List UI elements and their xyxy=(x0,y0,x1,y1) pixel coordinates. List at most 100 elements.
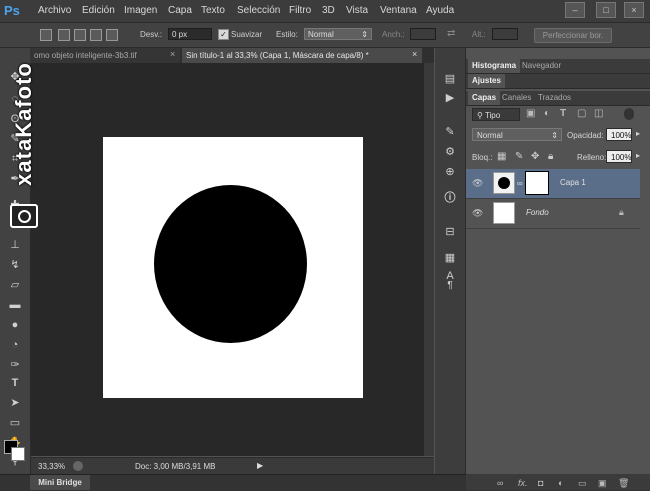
tab-histograma[interactable]: Histograma xyxy=(468,59,521,73)
filter-pixel-icon[interactable]: ▣ xyxy=(526,108,535,119)
new-selection-icon[interactable] xyxy=(58,29,70,41)
vertical-scrollbar[interactable] xyxy=(424,63,434,456)
close-button[interactable]: × xyxy=(624,2,644,18)
maximize-button[interactable]: □ xyxy=(596,2,616,18)
tab-untitled-1[interactable]: Sin título-1 al 33,3% (Capa 1, Máscara d… xyxy=(182,48,422,63)
layer-row-capa-1[interactable]: 👁︎ ∞ Capa 1 xyxy=(466,169,640,199)
menu-filtro[interactable]: Filtro xyxy=(289,5,311,16)
fx-icon[interactable]: fx. xyxy=(518,478,528,488)
opacity-input[interactable]: 100% xyxy=(606,128,632,141)
layer-filter-select[interactable]: ⚲ Tipo xyxy=(472,108,520,121)
filter-adjust-icon[interactable]: ◐ xyxy=(544,108,550,119)
path-selection-tool-icon[interactable]: ➤ xyxy=(6,394,24,412)
blur-tool-icon[interactable]: ● xyxy=(6,316,24,334)
layer-mask-thumbnail[interactable] xyxy=(525,171,549,195)
new-layer-icon[interactable]: ▣ xyxy=(598,478,607,489)
paragraph-icon[interactable]: ¶ xyxy=(442,278,458,294)
history-brush-tool-icon[interactable]: ↯ xyxy=(6,256,24,274)
menu-archivo[interactable]: Archivo xyxy=(38,5,71,16)
subtract-selection-icon[interactable] xyxy=(90,29,102,41)
histogram-dock-icon[interactable]: ▤ xyxy=(442,71,458,87)
intersect-selection-icon[interactable] xyxy=(106,29,118,41)
adjust-dock-icon[interactable]: ⚙ xyxy=(442,144,458,160)
play-actions-icon[interactable]: ▶ xyxy=(442,90,458,106)
lock-all-icon[interactable]: 🔒︎ xyxy=(548,151,553,162)
tab-label: omo objeto inteligente-3b3.tif xyxy=(34,51,137,60)
eraser-tool-icon[interactable]: ▱ xyxy=(6,276,24,294)
group-icon[interactable]: ▭ xyxy=(578,478,587,489)
dodge-tool-icon[interactable]: ◔ xyxy=(6,336,24,354)
layer-row-fondo[interactable]: 👁︎ Fondo 🔒︎ xyxy=(466,199,640,229)
menu-capa[interactable]: Capa xyxy=(168,5,192,16)
layer-name[interactable]: Capa 1 xyxy=(560,178,586,187)
camera-icon xyxy=(10,204,38,228)
menu-ventana[interactable]: Ventana xyxy=(380,5,417,16)
status-menu-arrow-icon[interactable]: ▶ xyxy=(257,461,263,470)
rectangle-tool-icon[interactable]: ▭ xyxy=(6,414,24,432)
marquee-preset-icon[interactable] xyxy=(40,29,52,41)
tab-trazados[interactable]: Trazados xyxy=(534,91,575,105)
feather-input[interactable]: 0 px xyxy=(168,28,212,40)
lock-transparency-icon[interactable]: ▦ xyxy=(497,151,506,162)
visibility-eye-icon[interactable]: 👁︎ xyxy=(472,178,484,188)
chain-link-icon[interactable]: ∞ xyxy=(517,179,523,188)
tool-presets-icon[interactable]: ⊟ xyxy=(442,224,458,240)
tab-smart-object[interactable]: omo objeto inteligente-3b3.tif xyxy=(30,48,180,63)
width-input[interactable] xyxy=(410,28,436,40)
clone-source-icon[interactable]: ⊕ xyxy=(442,164,458,180)
gradient-tool-icon[interactable]: ▬ xyxy=(6,296,24,314)
tab-ajustes[interactable]: Ajustes xyxy=(468,74,505,88)
menu-bar: Ps Archivo Edición Imagen Capa Texto Sel… xyxy=(0,0,650,23)
height-input[interactable] xyxy=(492,28,518,40)
visibility-eye-icon[interactable]: 👁︎ xyxy=(472,208,484,218)
background-color-swatch[interactable] xyxy=(11,447,25,461)
menu-ayuda[interactable]: Ayuda xyxy=(426,5,454,16)
zoom-level[interactable]: 33,33% xyxy=(38,462,65,471)
menu-edicion[interactable]: Edición xyxy=(82,5,115,16)
swap-icon[interactable]: ⇄ xyxy=(447,28,455,39)
info-icon[interactable]: ⓘ xyxy=(442,190,458,206)
type-tool-icon[interactable]: T xyxy=(6,374,24,392)
filter-shape-icon[interactable]: ▢ xyxy=(577,108,586,119)
fill-arrow-icon[interactable]: ▸ xyxy=(636,151,640,160)
menu-imagen[interactable]: Imagen xyxy=(124,5,157,16)
lock-icon: 🔒︎ xyxy=(619,207,624,217)
tab-close-icon[interactable]: × xyxy=(412,49,417,59)
refine-edge-button[interactable]: Perfeccionar bor. xyxy=(534,28,612,43)
swatches-icon[interactable]: ▦ xyxy=(442,250,458,266)
antialias-checkbox[interactable]: ✓ xyxy=(218,29,229,40)
tab-canales[interactable]: Canales xyxy=(498,91,535,105)
menu-texto[interactable]: Texto xyxy=(201,5,225,16)
link-icon[interactable]: ∞ xyxy=(497,478,503,488)
style-select-value: Normal xyxy=(308,30,334,39)
pen-tool-icon[interactable]: ✑ xyxy=(6,356,24,374)
lock-label: Bloq.: xyxy=(472,153,493,162)
brush-presets-icon[interactable]: ✎ xyxy=(442,124,458,140)
add-selection-icon[interactable] xyxy=(74,29,86,41)
adjustment-icon[interactable]: ◐ xyxy=(558,478,563,488)
filter-value: Tipo xyxy=(484,111,501,120)
layer-name[interactable]: Fondo xyxy=(526,208,549,217)
minimize-button[interactable]: – xyxy=(565,2,585,18)
blend-mode-select[interactable]: Normal ⇕ xyxy=(472,128,562,141)
doc-size: Doc: 3,00 MB/3,91 MB xyxy=(135,462,216,471)
filter-toggle-icon[interactable] xyxy=(624,108,634,120)
tab-navegador[interactable]: Navegador xyxy=(518,59,565,73)
lock-pixels-icon[interactable]: ✎ xyxy=(515,151,523,162)
style-select[interactable]: Normal ⇕ xyxy=(304,28,372,40)
mask-icon[interactable]: ◘ xyxy=(538,478,543,488)
status-info-icon[interactable] xyxy=(73,461,83,471)
menu-vista[interactable]: Vista xyxy=(346,5,368,16)
opacity-arrow-icon[interactable]: ▸ xyxy=(636,129,640,138)
filter-type-icon[interactable]: T xyxy=(560,108,566,119)
blend-mode-value: Normal xyxy=(477,131,503,140)
mini-bridge-tab[interactable]: Mini Bridge xyxy=(30,475,90,490)
menu-3d[interactable]: 3D xyxy=(322,5,335,16)
filter-smart-icon[interactable]: ◫ xyxy=(594,108,603,119)
menu-seleccion[interactable]: Selección xyxy=(237,5,280,16)
tab-capas[interactable]: Capas xyxy=(468,91,501,105)
lock-position-icon[interactable]: ✥ xyxy=(531,151,539,162)
fill-input[interactable]: 100% xyxy=(606,150,632,163)
tab-close-icon[interactable]: × xyxy=(170,49,175,59)
trash-icon[interactable]: 🗑︎ xyxy=(618,478,629,489)
